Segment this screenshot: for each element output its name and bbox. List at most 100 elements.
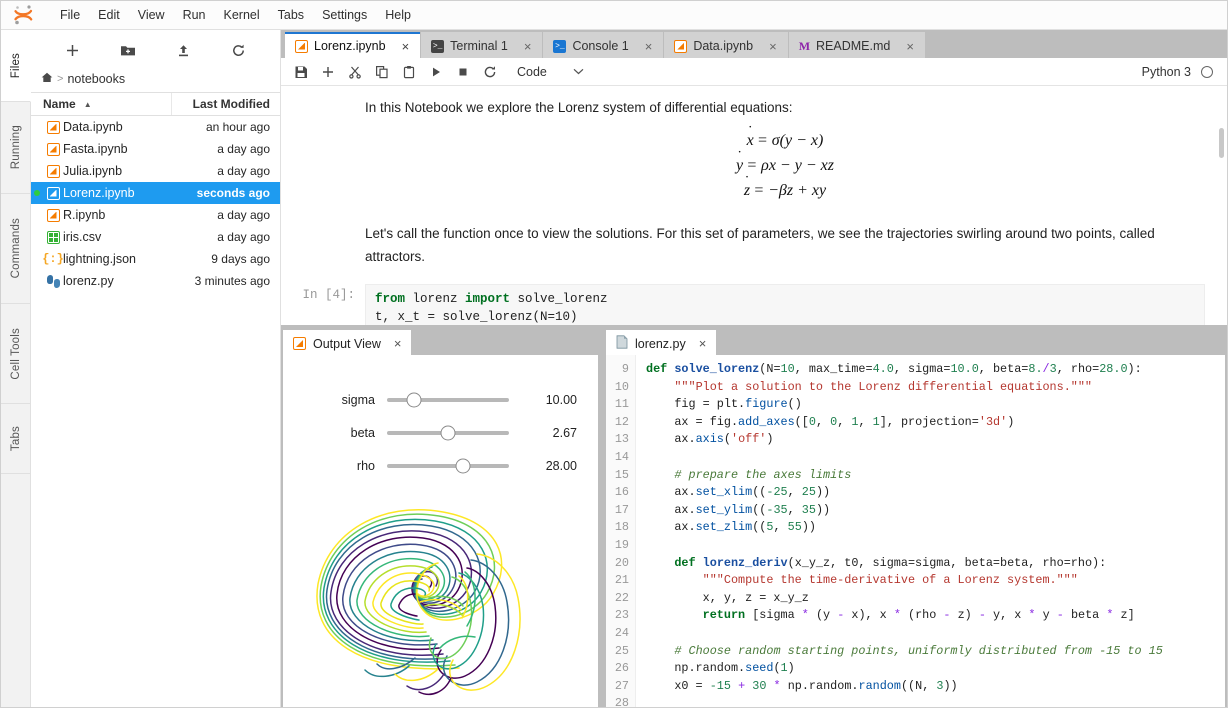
run-cell-button[interactable]: [422, 60, 449, 84]
slider-knob-rho[interactable]: [455, 458, 470, 473]
code-line[interactable]: x, y, z = x_y_z: [646, 590, 1225, 608]
file-row-julia-ipynb[interactable]: Julia.ipynb a day ago: [31, 160, 280, 182]
tab-data-ipynb[interactable]: Data.ipynb ×: [664, 32, 787, 58]
file-row-data-ipynb[interactable]: Data.ipynb an hour ago: [31, 116, 280, 138]
paste-cell-button[interactable]: [395, 60, 422, 84]
menu-tabs[interactable]: Tabs: [269, 4, 313, 26]
code-line[interactable]: """Plot a solution to the Lorenz differe…: [646, 379, 1225, 397]
code-editor[interactable]: from lorenz import solve_lorenz t, x_t =…: [365, 284, 1205, 325]
tab-readme-md[interactable]: M README.md ×: [789, 32, 925, 58]
code-line[interactable]: ax.set_zlim((5, 55)): [646, 519, 1225, 537]
save-button[interactable]: [287, 60, 314, 84]
markdown-cell-1[interactable]: In this Notebook we explore the Lorenz s…: [281, 86, 1227, 208]
copy-cell-button[interactable]: [368, 60, 395, 84]
notebook-scroll-area[interactable]: In this Notebook we explore the Lorenz s…: [281, 86, 1227, 325]
sidebar-tab-cell-tools[interactable]: Cell Tools: [1, 304, 31, 404]
jupyter-logo-icon: [7, 1, 39, 30]
code-line[interactable]: return [sigma * (y - x), x * (rho - z) -…: [646, 607, 1225, 625]
file-row-r-ipynb[interactable]: R.ipynb a day ago: [31, 204, 280, 226]
sidebar-tab-files[interactable]: Files: [1, 30, 31, 102]
slider-knob-beta[interactable]: [441, 425, 456, 440]
menu-run[interactable]: Run: [174, 4, 215, 26]
restart-kernel-button[interactable]: [476, 60, 503, 84]
slider-row-beta: beta 2.67: [283, 416, 598, 449]
code-line[interactable]: # Choose random starting points, uniform…: [646, 643, 1225, 661]
code-line[interactable]: [646, 625, 1225, 643]
tab-terminal-1[interactable]: >_ Terminal 1 ×: [421, 32, 542, 58]
code-token-symbol: solve_lorenz: [510, 292, 608, 306]
cut-cell-button[interactable]: [341, 60, 368, 84]
upload-button[interactable]: [170, 38, 196, 62]
slider-beta[interactable]: [387, 431, 509, 435]
new-launcher-button[interactable]: [60, 38, 86, 62]
code-line[interactable]: ax = fig.add_axes([0, 0, 1, 1], projecti…: [646, 414, 1225, 432]
menu-view[interactable]: View: [129, 4, 174, 26]
new-folder-button[interactable]: [115, 38, 141, 62]
file-row-lorenz-ipynb[interactable]: Lorenz.ipynb seconds ago: [31, 182, 280, 204]
kernel-indicator[interactable]: Python 3: [1142, 65, 1227, 79]
jupyterlab-window: File Edit View Run Kernel Tabs Settings …: [0, 0, 1228, 708]
home-icon[interactable]: [41, 72, 53, 86]
code-line[interactable]: fig = plt.figure(): [646, 396, 1225, 414]
code-line[interactable]: """Compute the time-derivative of a Lore…: [646, 572, 1225, 590]
file-row-fasta-ipynb[interactable]: Fasta.ipynb a day ago: [31, 138, 280, 160]
markdown-cell-2[interactable]: Let's call the function once to view the…: [281, 208, 1227, 272]
code-line[interactable]: def lorenz_deriv(x_y_z, t0, sigma=sigma,…: [646, 555, 1225, 573]
tab-label: Lorenz.ipynb: [314, 39, 386, 53]
interrupt-kernel-button[interactable]: [449, 60, 476, 84]
slider-rho[interactable]: [387, 464, 509, 468]
file-row-lightning-json[interactable]: {:} lightning.json 9 days ago: [31, 248, 280, 270]
lorenz-equations: x = σ(y − x) y = ρx − y − xz z = −βz + x…: [365, 129, 1205, 203]
tab-lorenz-py[interactable]: lorenz.py ×: [606, 330, 716, 355]
close-icon[interactable]: ×: [522, 39, 534, 54]
cell-type-value: Code: [517, 65, 547, 79]
code-line[interactable]: # prepare the axes limits: [646, 467, 1225, 485]
sidebar-tab-commands[interactable]: Commands: [1, 194, 31, 304]
cell-type-dropdown[interactable]: Code: [517, 65, 584, 79]
menu-kernel[interactable]: Kernel: [215, 4, 269, 26]
code-line[interactable]: x0 = -15 + 30 * np.random.random((N, 3)): [646, 678, 1225, 696]
file-modified: an hour ago: [172, 120, 280, 134]
line-number: 12: [606, 414, 629, 432]
insert-cell-button[interactable]: [314, 60, 341, 84]
code-line[interactable]: ax.axis('off'): [646, 431, 1225, 449]
menu-edit[interactable]: Edit: [89, 4, 129, 26]
breadcrumb-path[interactable]: notebooks: [67, 72, 125, 86]
close-icon[interactable]: ×: [767, 39, 779, 54]
menu-settings[interactable]: Settings: [313, 4, 376, 26]
editor-content[interactable]: 910111213141516171819202122232425262728 …: [606, 355, 1225, 707]
code-cell-1[interactable]: In [4]: from lorenz import solve_lorenz …: [281, 272, 1227, 325]
code-line[interactable]: [646, 537, 1225, 555]
code-line[interactable]: ax.set_xlim((-25, 25)): [646, 484, 1225, 502]
scrollbar-thumb[interactable]: [1219, 128, 1224, 158]
refresh-button[interactable]: [225, 38, 251, 62]
slider-sigma[interactable]: [387, 398, 509, 402]
code-line[interactable]: def solve_lorenz(N=10, max_time=4.0, sig…: [646, 361, 1225, 379]
slider-knob-sigma[interactable]: [406, 392, 421, 407]
file-row-iris-csv[interactable]: iris.csv a day ago: [31, 226, 280, 248]
tab-console-1[interactable]: >_ Console 1 ×: [543, 32, 663, 58]
column-header-name[interactable]: Name ▲: [31, 93, 172, 115]
breadcrumb[interactable]: > notebooks: [31, 66, 280, 92]
notebook-icon: [43, 187, 63, 200]
code-line[interactable]: [646, 695, 1225, 707]
menu-help[interactable]: Help: [376, 4, 420, 26]
column-header-last-modified[interactable]: Last Modified: [172, 97, 280, 111]
code-line[interactable]: np.random.seed(1): [646, 660, 1225, 678]
file-row-lorenz-py[interactable]: lorenz.py 3 minutes ago: [31, 270, 280, 292]
editor-code-lines[interactable]: def solve_lorenz(N=10, max_time=4.0, sig…: [636, 355, 1225, 707]
close-icon[interactable]: ×: [400, 39, 412, 54]
close-icon[interactable]: ×: [643, 39, 655, 54]
code-line[interactable]: [646, 449, 1225, 467]
tab-output-view[interactable]: Output View ×: [283, 330, 411, 355]
close-icon[interactable]: ×: [904, 39, 916, 54]
code-line[interactable]: ax.set_ylim((-35, 35)): [646, 502, 1225, 520]
tab-lorenz-ipynb[interactable]: Lorenz.ipynb ×: [285, 32, 420, 58]
close-icon[interactable]: ×: [699, 336, 707, 351]
code-editor-lorenz-py[interactable]: 910111213141516171819202122232425262728 …: [606, 355, 1225, 707]
sidebar-tab-running[interactable]: Running: [1, 102, 31, 194]
kernel-idle-circle-icon[interactable]: [1201, 66, 1213, 78]
menu-file[interactable]: File: [51, 4, 89, 26]
sidebar-tab-tabs[interactable]: Tabs: [1, 404, 31, 474]
close-icon[interactable]: ×: [394, 336, 402, 351]
